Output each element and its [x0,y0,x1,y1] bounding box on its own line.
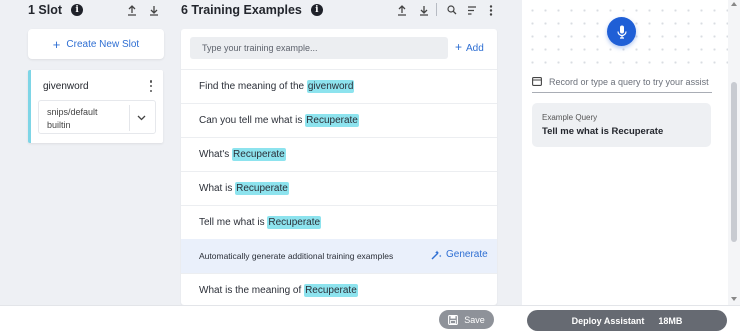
example-text: Can you tell me what is [199,115,306,126]
save-button[interactable]: Save [439,310,494,329]
training-examples-panel: +Add Find the meaning of the givenword C… [181,29,497,305]
save-icon [448,314,459,325]
slot-highlight[interactable]: Recuperate [304,284,358,297]
generate-button[interactable]: Generate [431,249,488,260]
upload-icon[interactable] [126,3,138,17]
upload-icon[interactable] [396,3,408,17]
magic-wand-icon [431,250,442,260]
query-input[interactable] [549,76,709,87]
training-title: 6 Training Examples [181,3,302,17]
deploy-assistant-button[interactable]: Deploy Assistant 18MB [527,310,727,331]
scroll-thumb[interactable] [731,82,737,242]
example-text: Find the meaning of the [199,81,307,92]
slots-header: 1 Slot i [28,0,164,20]
example-query-value: Tell me what is Recuperate [542,126,664,137]
chat-icon [532,77,542,86]
slots-title: 1 Slot [28,3,63,17]
example-query-label: Example Query [542,113,598,122]
create-slot-label: Create New Slot [66,38,140,50]
generate-examples-row: Automatically generate additional traini… [181,239,497,273]
slot-type-select[interactable]: snips/default builtin [38,100,156,134]
training-example-row[interactable]: Find the meaning of the givenword [181,69,497,103]
plus-icon: + [455,40,463,54]
slot-highlight[interactable]: Recuperate [267,216,322,229]
query-field[interactable] [532,71,712,93]
info-icon[interactable]: i [310,4,323,16]
divider [129,105,130,131]
slot-name: givenword [43,81,89,92]
test-assistant-panel: Example Query Tell me what is Recuperate [522,0,728,305]
save-label: Save [464,314,485,325]
example-text: What's [199,149,233,160]
microphone-icon [616,25,627,39]
slot-type-line2: builtin [47,120,71,130]
slot-card[interactable]: givenword snips/default builtin [28,70,163,143]
example-query-card[interactable]: Example Query Tell me what is Recuperate [532,103,711,147]
create-new-slot-button[interactable]: + Create New Slot [28,29,164,59]
example-text: What is the meaning of [199,285,305,296]
slot-highlight[interactable]: Recuperate [305,114,359,127]
download-icon[interactable] [418,3,430,17]
footer-bar: Save Deploy Assistant 18MB [0,305,740,333]
example-text: Tell me what is [199,217,268,228]
info-icon[interactable]: i [71,4,84,16]
training-example-input[interactable] [190,37,448,59]
example-text: What is [199,183,236,194]
training-example-row[interactable]: What is the meaning of Recuperate [181,273,497,305]
microphone-button[interactable] [607,17,636,46]
slot-highlight[interactable]: Recuperate [235,182,289,195]
scroll-up-arrow-icon[interactable] [731,2,737,6]
slot-type-line1: snips/default [47,107,98,117]
training-example-row[interactable]: What is Recuperate [181,171,497,205]
more-options-icon[interactable] [485,3,497,17]
add-label: Add [466,43,484,54]
download-icon[interactable] [148,3,160,17]
sort-icon[interactable] [466,3,478,17]
search-icon[interactable] [446,3,458,17]
chevron-down-icon [137,110,146,124]
toolbar-divider [436,3,437,16]
more-options-icon[interactable] [149,80,153,92]
training-header: 6 Training Examples i [181,0,323,20]
scroll-down-arrow-icon[interactable] [731,297,737,301]
training-example-row[interactable]: Can you tell me what is Recuperate [181,103,497,137]
generate-text: Automatically generate additional traini… [199,251,394,261]
deploy-label: Deploy Assistant [571,315,645,326]
slot-highlight[interactable]: Recuperate [232,148,286,161]
add-example-button[interactable]: + Add [455,40,484,54]
training-example-row[interactable]: Tell me what is Recuperate [181,205,497,239]
plus-icon: + [52,36,61,52]
generate-label: Generate [446,249,488,260]
deploy-size: 18MB [658,315,683,326]
slot-highlight[interactable]: givenword [306,80,355,93]
training-example-row[interactable]: What's Recuperate [181,137,497,171]
scrollbar[interactable] [728,0,740,305]
